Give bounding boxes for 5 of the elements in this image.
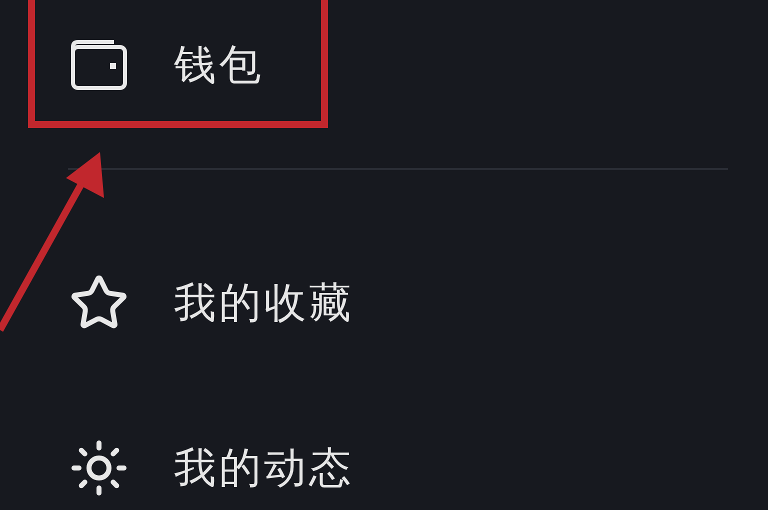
wallet-icon	[70, 39, 128, 91]
sun-icon	[69, 438, 129, 498]
menu-item-label[interactable]: 我的收藏	[174, 275, 354, 331]
menu-item-label[interactable]: 我的动态	[174, 440, 354, 496]
menu-item-label[interactable]: 钱包	[174, 37, 264, 93]
